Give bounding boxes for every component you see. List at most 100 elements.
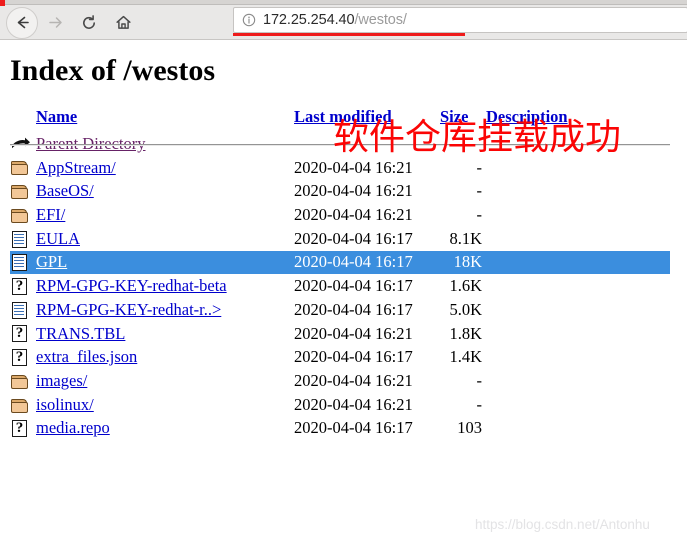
folder-icon bbox=[10, 371, 30, 392]
table-row[interactable]: BaseOS/2020-04-04 16:21 - bbox=[10, 179, 670, 203]
row-description-cell bbox=[486, 227, 670, 251]
folder-icon bbox=[10, 205, 30, 226]
row-size-cell: 1.8K bbox=[449, 323, 482, 343]
file-link[interactable]: extra_files.json bbox=[36, 347, 137, 366]
row-date-cell: 2020-04-04 16:21 bbox=[294, 323, 413, 343]
folder-icon bbox=[10, 395, 30, 416]
table-row[interactable]: RPM-GPG-KEY-redhat-r..> 2020-04-04 16:17 5… bbox=[10, 298, 670, 322]
file-link[interactable]: EFI/ bbox=[36, 205, 65, 224]
table-row[interactable]: extra_files.json 2020-04-04 16:17 1.4K bbox=[10, 345, 670, 369]
address-bar[interactable]: 172.25.254.40/westos/ bbox=[233, 7, 687, 33]
table-row[interactable]: EULA 2020-04-04 16:17 8.1K bbox=[10, 227, 670, 251]
row-description-cell bbox=[486, 298, 670, 322]
text-document-icon bbox=[10, 229, 30, 250]
row-size-cell: 8.1K bbox=[449, 228, 482, 248]
table-row[interactable]: EFI/2020-04-04 16:21 - bbox=[10, 203, 670, 227]
file-link[interactable]: EULA bbox=[36, 229, 80, 248]
unknown-file-icon bbox=[10, 323, 30, 344]
row-date-cell: 2020-04-04 16:21 bbox=[294, 181, 413, 201]
row-size-cell: - bbox=[476, 394, 483, 414]
browser-chrome: 172.25.254.40/westos/ bbox=[0, 0, 687, 40]
sort-by-name-link[interactable]: Name bbox=[36, 107, 77, 126]
row-size-cell: 18K bbox=[440, 250, 486, 275]
row-size-cell: 1.4K bbox=[449, 347, 482, 367]
header-description[interactable]: Description bbox=[486, 107, 670, 132]
file-link[interactable]: TRANS.TBL bbox=[36, 324, 125, 343]
row-date-cell: 2020-04-04 16:21 bbox=[294, 157, 413, 177]
row-name-cell[interactable]: isolinux/ bbox=[36, 393, 294, 417]
page-content: Index of /westos Name Last modified Size… bbox=[0, 40, 687, 543]
header-icon-col bbox=[10, 107, 36, 132]
row-icon-cell bbox=[10, 179, 36, 203]
file-link[interactable]: media.repo bbox=[36, 418, 110, 437]
reload-button[interactable] bbox=[72, 8, 106, 38]
unknown-file-icon bbox=[10, 347, 30, 368]
row-description-cell bbox=[486, 345, 670, 369]
sort-by-size-link[interactable]: Size bbox=[440, 107, 468, 126]
row-name-cell[interactable]: AppStream/ bbox=[36, 156, 294, 180]
reload-icon bbox=[83, 14, 95, 29]
directory-listing-table: Name Last modified Size Description Pare… bbox=[10, 107, 670, 440]
file-link[interactable]: GPL bbox=[36, 252, 67, 271]
row-name-cell[interactable]: TRANS.TBL bbox=[36, 322, 294, 346]
row-date-cell: 2020-04-04 16:17 bbox=[294, 276, 413, 296]
row-name-cell[interactable]: media.repo bbox=[36, 417, 294, 441]
info-circle-icon bbox=[242, 13, 256, 27]
url-host: 172.25.254.40 bbox=[263, 12, 355, 28]
url-path: /westos/ bbox=[354, 12, 407, 28]
row-description-cell bbox=[486, 274, 670, 298]
sort-by-description-link[interactable]: Description bbox=[486, 107, 568, 126]
file-link[interactable]: RPM-GPG-KEY-redhat-r..> bbox=[36, 300, 221, 319]
table-header-row: Name Last modified Size Description bbox=[10, 107, 670, 132]
row-size-cell: 5.0K bbox=[449, 299, 482, 319]
table-row[interactable]: images/2020-04-04 16:21 - bbox=[10, 369, 670, 393]
header-name[interactable]: Name bbox=[36, 107, 294, 132]
row-description-cell bbox=[486, 417, 670, 441]
page-title: Index of /westos bbox=[10, 54, 216, 87]
sort-by-date-link[interactable]: Last modified bbox=[294, 107, 392, 126]
file-link[interactable]: isolinux/ bbox=[36, 395, 94, 414]
file-link[interactable]: images/ bbox=[36, 371, 87, 390]
row-name-cell[interactable]: images/ bbox=[36, 369, 294, 393]
site-info-icon[interactable] bbox=[242, 13, 256, 27]
row-name-cell[interactable]: EULA bbox=[36, 227, 294, 251]
file-link[interactable]: RPM-GPG-KEY-redhat-beta bbox=[36, 276, 227, 295]
table-row[interactable]: media.repo 2020-04-04 16:17 103 bbox=[10, 417, 670, 441]
navigation-button-group bbox=[0, 5, 140, 40]
header-size[interactable]: Size bbox=[440, 107, 486, 132]
forward-button[interactable] bbox=[38, 8, 72, 38]
table-row[interactable]: AppStream/2020-04-04 16:21 - bbox=[10, 156, 670, 180]
arrow-left-icon bbox=[17, 16, 29, 29]
row-icon-cell bbox=[10, 227, 36, 251]
table-row[interactable]: GPL 2020-04-04 16:17 18K bbox=[10, 250, 670, 275]
back-button[interactable] bbox=[6, 6, 38, 39]
table-row[interactable]: TRANS.TBL 2020-04-04 16:21 1.8K bbox=[10, 322, 670, 346]
unknown-file-icon bbox=[10, 276, 30, 297]
table-row[interactable]: isolinux/2020-04-04 16:21 - bbox=[10, 393, 670, 417]
row-name-cell[interactable]: EFI/ bbox=[36, 203, 294, 227]
row-size-cell: - bbox=[476, 157, 483, 177]
row-size-cell: 103 bbox=[457, 418, 482, 438]
table-row[interactable]: RPM-GPG-KEY-redhat-beta 2020-04-04 16:17 1… bbox=[10, 274, 670, 298]
row-icon-cell bbox=[10, 156, 36, 180]
row-name-cell[interactable]: BaseOS/ bbox=[36, 179, 294, 203]
row-icon-cell bbox=[10, 345, 36, 369]
file-link[interactable]: BaseOS/ bbox=[36, 181, 94, 200]
home-button[interactable] bbox=[106, 8, 140, 38]
arrow-right-icon bbox=[48, 17, 62, 28]
row-description-cell bbox=[486, 156, 670, 180]
row-date-cell: 2020-04-04 16:21 bbox=[294, 394, 413, 414]
row-name-cell[interactable]: RPM-GPG-KEY-redhat-beta bbox=[36, 274, 294, 298]
watermark-text: https://blog.csdn.net/Antonhu bbox=[475, 517, 650, 532]
header-divider bbox=[10, 144, 670, 146]
text-document-icon bbox=[10, 252, 30, 273]
row-name-cell[interactable]: GPL bbox=[36, 250, 294, 275]
file-link[interactable]: AppStream/ bbox=[36, 158, 116, 177]
row-name-cell[interactable]: RPM-GPG-KEY-redhat-r..> bbox=[36, 298, 294, 322]
row-size-cell: - bbox=[476, 205, 483, 225]
header-last-modified[interactable]: Last modified bbox=[294, 107, 440, 132]
row-icon-cell bbox=[10, 417, 36, 441]
row-name-cell[interactable]: extra_files.json bbox=[36, 345, 294, 369]
row-icon-cell bbox=[10, 274, 36, 298]
url-text[interactable]: 172.25.254.40/westos/ bbox=[263, 12, 407, 28]
